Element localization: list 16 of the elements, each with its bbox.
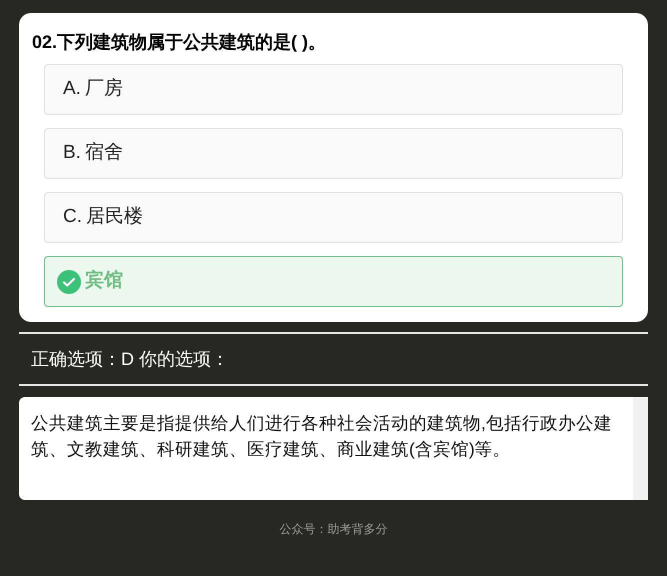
answer-option[interactable]: B. 宿舍	[44, 128, 623, 179]
option-text: 宾馆	[85, 268, 123, 294]
answer-option[interactable]: C. 居民楼	[44, 192, 623, 243]
scrollbar[interactable]	[633, 397, 648, 500]
question-title: 02.下列建筑物属于公共建筑的是( )。	[32, 31, 328, 54]
explanation-text: 公共建筑主要是指提供给人们进行各种社会活动的建筑物,包括行政办公建筑、文教建筑、科研建筑、医疗建筑、商业建筑(含宾馆)等。	[30, 412, 613, 461]
option-text: 厂房	[84, 77, 123, 102]
option-text: 宿舍	[84, 141, 123, 166]
check-circle-icon	[57, 270, 81, 294]
option-letter: A.	[63, 77, 81, 102]
answer-option[interactable]: A. 厂房	[44, 64, 623, 115]
option-letter: C.	[63, 205, 82, 230]
option-text: 居民楼	[86, 205, 143, 230]
option-letter: B.	[63, 141, 81, 166]
answer-summary: 正确选项：D 你的选项：	[30, 348, 230, 370]
footer-text: 公众号：助考背多分	[278, 521, 388, 538]
